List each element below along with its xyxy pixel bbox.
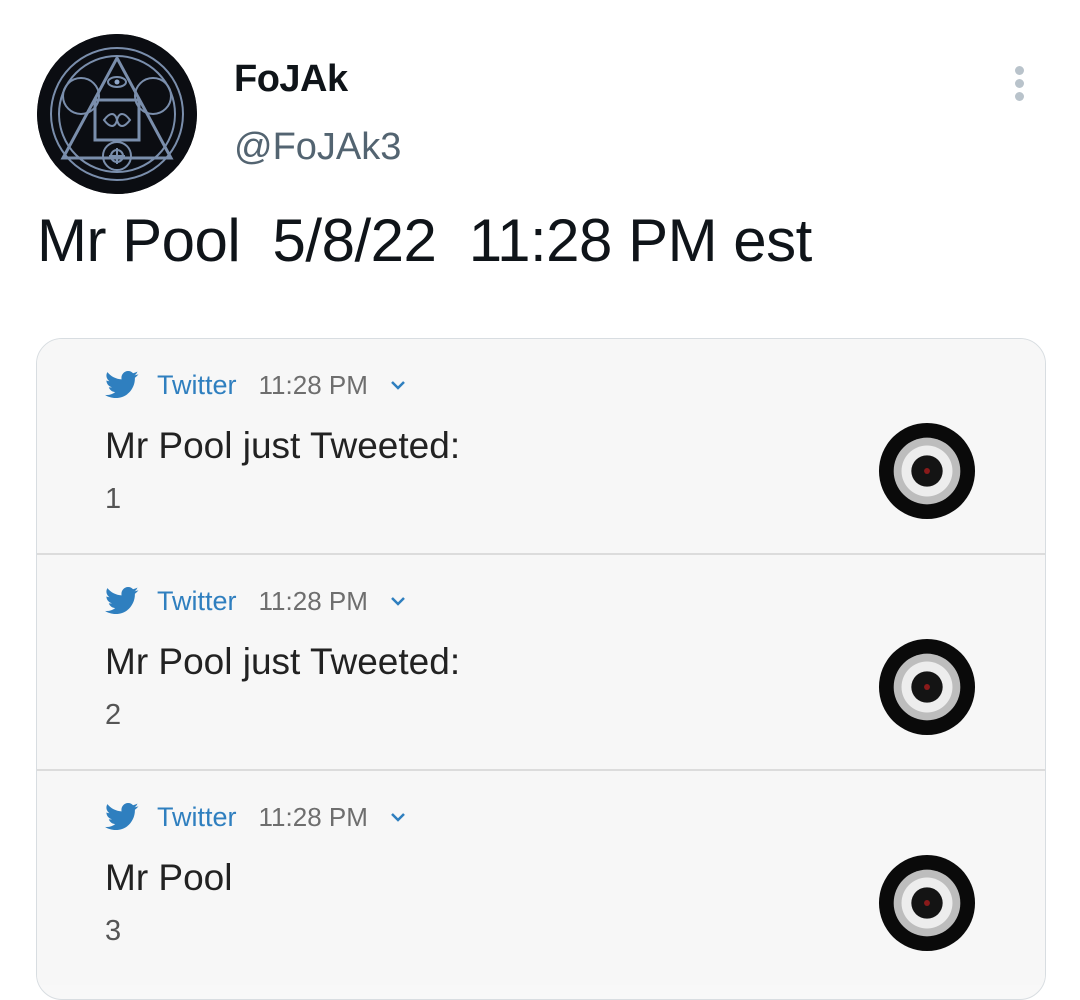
notification-header: Twitter 11:28 PM [105, 799, 406, 835]
more-vertical-icon[interactable] [1008, 64, 1032, 104]
chevron-down-icon [390, 813, 405, 822]
notification-time: 11:28 PM [258, 801, 368, 832]
notification-title: Mr Pool just Tweeted: [105, 641, 461, 682]
profile-eye-icon [878, 422, 976, 520]
author-avatar[interactable] [37, 34, 197, 194]
notification-item: Twitter 11:28 PM Mr Pool just Tweeted: 1 [37, 339, 1045, 553]
notification-app-name: Twitter [157, 585, 237, 616]
twitter-bird-icon [105, 370, 139, 399]
twitter-bird-icon [105, 802, 139, 831]
notification-body: 2 [105, 699, 122, 731]
notification-header: Twitter 11:28 PM [105, 583, 406, 619]
sigil-avatar-icon [37, 34, 197, 194]
tweet-text: Mr Pool 5/8/22 11:28 PM est [37, 207, 812, 274]
chevron-down-icon [390, 381, 405, 390]
author-display-name[interactable]: FoJAk [234, 58, 348, 101]
notification-body: 3 [105, 915, 122, 947]
author-handle[interactable]: @FoJAk3 [234, 126, 401, 169]
notification-app-name: Twitter [157, 369, 237, 400]
profile-eye-icon [878, 854, 976, 952]
notification-time: 11:28 PM [258, 369, 368, 400]
chevron-down-icon [390, 597, 405, 606]
twitter-bird-icon [105, 586, 139, 615]
notification-item: Twitter 11:28 PM Mr Pool 3 [37, 771, 1045, 985]
profile-eye-icon [878, 638, 976, 736]
notification-body: 1 [105, 483, 122, 515]
notification-header: Twitter 11:28 PM [105, 367, 406, 403]
notification-app-name: Twitter [157, 801, 237, 832]
notification-item: Twitter 11:28 PM Mr Pool just Tweeted: 2 [37, 555, 1045, 769]
notification-title: Mr Pool [105, 857, 233, 898]
notification-title: Mr Pool just Tweeted: [105, 425, 461, 466]
notification-time: 11:28 PM [258, 585, 368, 616]
tweet-media-image[interactable]: Twitter 11:28 PM Mr Pool just Tweeted: 1… [36, 338, 1046, 1000]
